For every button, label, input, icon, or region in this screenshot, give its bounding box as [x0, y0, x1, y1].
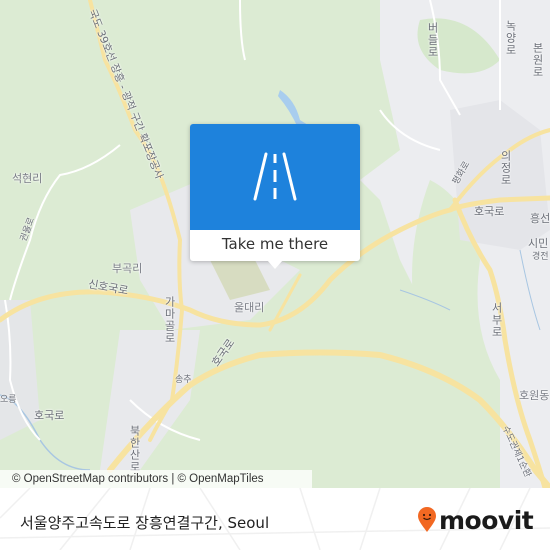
reservoir [278, 90, 308, 128]
take-me-there-button[interactable]: Take me there [190, 230, 360, 261]
urban-area-songchu [100, 330, 200, 470]
label-bonwon-ro: 본원로 [531, 42, 544, 78]
moovit-logo[interactable]: moovit [417, 505, 534, 535]
location-title: 서울양주고속도로 장흥연결구간, Seoul [20, 514, 270, 532]
destination-popup[interactable]: Take me there [190, 124, 360, 269]
label-bukhansan-ro: 북한산로 [128, 425, 141, 473]
label-noksang-ro: 녹양로 [504, 20, 517, 56]
road-icon [253, 152, 297, 201]
label-uldae-ri: 울대리 [234, 301, 265, 314]
label-simin: 시민 [528, 237, 549, 250]
moovit-pin-icon [418, 507, 436, 532]
map-view[interactable]: 국도 39호선 장흥 - 광적 구간 확포장공사 석현리 권율로 부곡리 신호국… [0, 0, 550, 488]
map-attribution[interactable]: © OpenStreetMap contributors | © OpenMap… [0, 470, 312, 488]
label-gyeongjeon: 경전 [532, 252, 549, 262]
label-oreung: 오릉 [0, 395, 17, 405]
label-beodeul-ro: 버들로 [426, 22, 439, 58]
label-seokhyeon-ri: 석현리 [12, 172, 43, 185]
label-howon-dong: 호원동 [519, 389, 550, 402]
label-gamagol-ro: 가마골로 [163, 296, 176, 344]
label-songchu: 송추 [175, 375, 192, 385]
popup-hero [190, 124, 360, 230]
popup-pointer [267, 260, 283, 269]
label-hoguk-ro-east: 호국로 [474, 205, 505, 218]
moovit-map-card: 국도 39호선 장흥 - 광적 구간 확포장공사 석현리 권율로 부곡리 신호국… [0, 0, 550, 550]
label-bugok-ri: 부곡리 [112, 262, 143, 275]
label-heungseon: 흥선 [530, 212, 550, 225]
moovit-wordmark: moovit [439, 505, 534, 535]
label-seobu-ro: 서부로 [490, 302, 503, 338]
label-hoguk-ro-west: 호국로 [34, 409, 65, 422]
label-uijeong-ro: 의정로 [499, 150, 512, 186]
footer-bar: 서울양주고속도로 장흥연결구간, Seoul moovit [0, 488, 550, 550]
